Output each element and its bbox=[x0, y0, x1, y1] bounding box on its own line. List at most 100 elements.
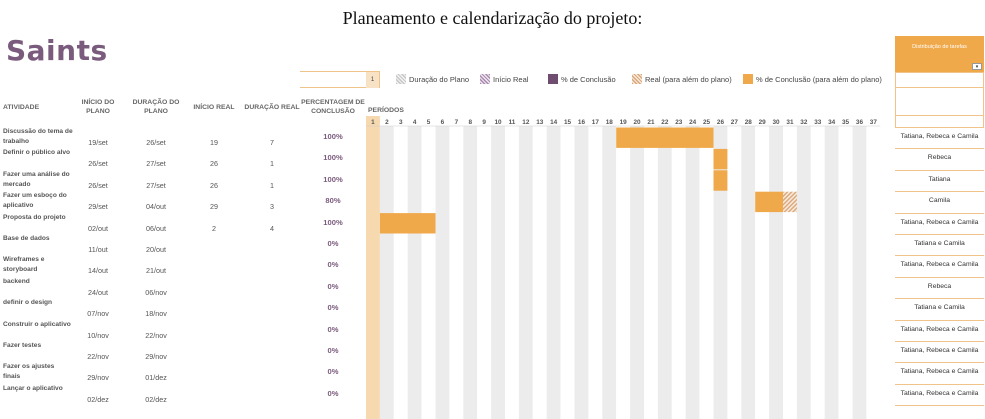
percent-complete-cell: 80% bbox=[325, 196, 341, 206]
activity-name: Proposta do projeto bbox=[3, 213, 66, 221]
period-column-7 bbox=[449, 126, 464, 419]
period-label: 17 bbox=[592, 119, 600, 126]
task-distribution-header bbox=[895, 36, 984, 72]
plan-duration-cell: 26/set bbox=[146, 138, 166, 147]
percent-complete-cell: 100% bbox=[323, 132, 343, 141]
period-highlight-field[interactable]: 1 bbox=[300, 71, 380, 88]
plan-start-cell: 29/nov bbox=[87, 373, 109, 383]
activity-name: Construir o aplicativo bbox=[3, 320, 71, 328]
period-column-31 bbox=[783, 126, 797, 419]
period-label: 26 bbox=[717, 119, 725, 126]
activity-name: Base de dados bbox=[3, 235, 50, 242]
period-column-11 bbox=[505, 126, 519, 419]
plan-duration-cell: 04/out bbox=[146, 202, 166, 212]
legend-label: Início Real bbox=[493, 74, 529, 84]
assignee-separator bbox=[895, 255, 984, 257]
actual-duration-cell: 1 bbox=[270, 180, 274, 190]
period-column-30 bbox=[769, 126, 783, 419]
legend-label: Duração do Plano bbox=[409, 74, 470, 84]
period-column-9 bbox=[477, 126, 492, 419]
period-column-24 bbox=[685, 126, 700, 419]
period-label: 34 bbox=[828, 119, 836, 126]
period-column-18 bbox=[602, 126, 617, 419]
assignee-separator bbox=[895, 191, 984, 193]
plan-start-cell: 22/nov bbox=[87, 352, 109, 361]
activity-name: Lançar o aplicativo bbox=[3, 384, 63, 392]
activity-name: Wireframes e storyboard bbox=[3, 256, 45, 274]
plan-duration-cell: 01/dez bbox=[145, 373, 167, 383]
period-column-2 bbox=[379, 126, 394, 419]
percent-complete-swatch-icon bbox=[548, 74, 558, 84]
activity-name: Fazer os ajustes finais bbox=[3, 363, 55, 381]
plan-duration-cell: 27/set bbox=[146, 159, 166, 169]
activity-name: Definir o público alvo bbox=[3, 149, 71, 157]
period-label: 12 bbox=[522, 119, 530, 126]
period-column-27 bbox=[727, 126, 742, 419]
period-column-14 bbox=[546, 126, 561, 419]
header-activity: ATIVIDADE bbox=[3, 104, 40, 111]
period-label: 31 bbox=[786, 119, 794, 126]
gantt-chart: 1 2 3 4 5 6 7 8 9 10 11 12 13 14 15 16 17 18 19 20 21 22 23 24 2… bbox=[366, 116, 881, 419]
period-column-6 bbox=[435, 126, 450, 419]
filter-dropdown-button[interactable]: ▾ bbox=[972, 63, 982, 70]
period-label: 18 bbox=[606, 119, 614, 126]
header-plan-start: INÍCIO DO PLANO bbox=[81, 99, 115, 115]
period-label: 9 bbox=[482, 119, 486, 126]
assignee-cell: Tatiana, Rebeca e Camila bbox=[900, 133, 979, 140]
assignee-cell: Tatiana, Rebeca e Camila bbox=[900, 261, 979, 269]
assignee-cell: Tatiana, Rebeca e Camila bbox=[900, 347, 979, 354]
period-column-1 bbox=[366, 126, 380, 419]
period-column-28 bbox=[741, 126, 756, 419]
percent-complete-cell: 0% bbox=[327, 388, 339, 398]
period-column-34 bbox=[824, 126, 839, 419]
period-label: 35 bbox=[842, 119, 850, 126]
plan-duration-cell: 29/nov bbox=[145, 352, 167, 361]
side-empty-cell[interactable] bbox=[895, 116, 984, 128]
period-label: 23 bbox=[675, 119, 683, 126]
plan-start-cell: 11/out bbox=[88, 245, 108, 254]
period-label: 28 bbox=[745, 119, 753, 126]
period-label: 6 bbox=[441, 119, 445, 126]
percent-complete-cell: 0% bbox=[327, 303, 339, 313]
assignee-cell: Camila bbox=[928, 197, 951, 205]
assignee-separator bbox=[895, 298, 984, 300]
period-column-32 bbox=[796, 126, 811, 419]
header-actual-duration: DURAÇÃO REAL bbox=[244, 104, 300, 111]
legend-actual-beyond: Real (para além do plano) bbox=[632, 71, 732, 87]
period-column-23 bbox=[671, 126, 686, 419]
plan-start-cell: 02/dez bbox=[87, 394, 109, 404]
header-actual-start: INÍCIO REAL bbox=[193, 104, 235, 111]
side-empty-cell[interactable] bbox=[895, 72, 984, 88]
period-column-35 bbox=[838, 126, 853, 419]
period-label: 30 bbox=[772, 119, 780, 126]
plan-start-cell: 02/out bbox=[88, 223, 108, 233]
period-label: 11 bbox=[509, 119, 516, 126]
percent-complete-cell: 100% bbox=[323, 174, 343, 184]
period-label: 7 bbox=[455, 119, 459, 126]
plan-start-cell: 14/out bbox=[88, 266, 108, 276]
activity-name: definir o design bbox=[3, 299, 53, 307]
period-label: 29 bbox=[759, 119, 767, 126]
plan-duration-cell: 06/out bbox=[146, 223, 166, 233]
activity-name: Fazer testes bbox=[3, 342, 42, 349]
gantt-bar bbox=[616, 127, 714, 148]
assignee-separator bbox=[895, 405, 984, 407]
period-column-4 bbox=[407, 126, 422, 419]
legend-percent-beyond: % de Conclusão (para além do plano) bbox=[743, 71, 882, 87]
legend-label: % de Conclusão bbox=[561, 74, 616, 84]
period-highlight-value[interactable]: 1 bbox=[366, 72, 379, 88]
period-label: 25 bbox=[703, 119, 711, 126]
period-label: 15 bbox=[564, 119, 572, 126]
percent-complete-cell: 100% bbox=[323, 153, 343, 163]
period-label: 1 bbox=[371, 119, 375, 126]
period-label: 14 bbox=[550, 119, 558, 126]
plan-duration-cell: 27/set bbox=[146, 180, 166, 190]
assignee-separator bbox=[895, 212, 984, 214]
period-label: 21 bbox=[647, 119, 655, 126]
side-empty-cell[interactable] bbox=[895, 88, 984, 116]
actual-start-cell: 26 bbox=[210, 180, 218, 190]
actual-duration-cell: 7 bbox=[270, 138, 274, 147]
activity-name: Fazer uma análise do mercado bbox=[3, 170, 70, 188]
plan-duration-cell: 18/nov bbox=[145, 309, 167, 319]
percent-complete-cell: 0% bbox=[327, 324, 339, 334]
